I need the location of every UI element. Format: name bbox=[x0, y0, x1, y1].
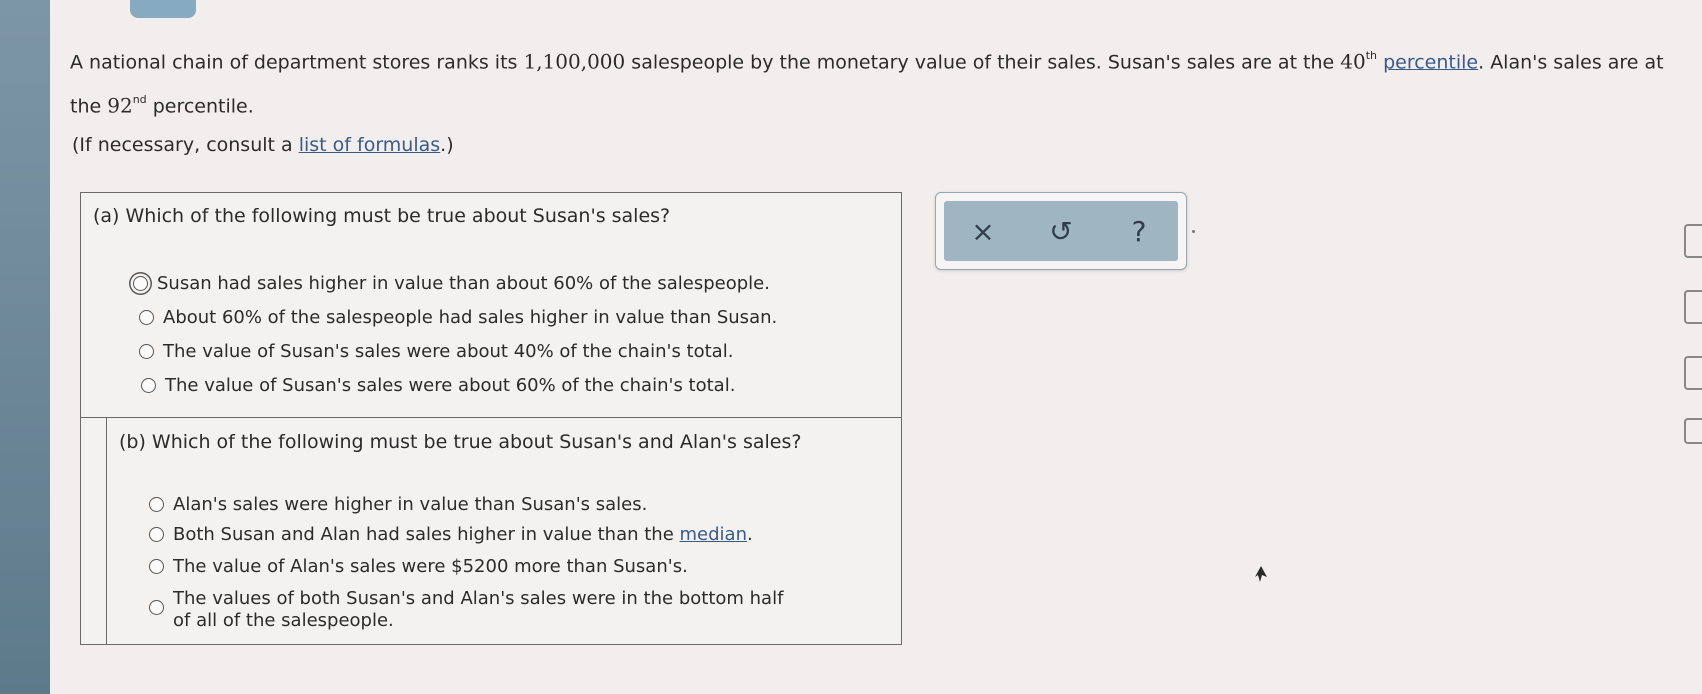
part-b-option-1[interactable]: Alan's sales were higher in value than S… bbox=[149, 494, 647, 515]
undo-icon: ↺ bbox=[1049, 214, 1073, 248]
formulas-link[interactable]: list of formulas bbox=[299, 134, 440, 156]
salespeople-count: 1,100,000 bbox=[523, 49, 626, 74]
median-link[interactable]: median bbox=[680, 524, 747, 545]
radio-button[interactable] bbox=[149, 527, 164, 542]
part-a-title: (a) Which of the following must be true … bbox=[93, 205, 671, 227]
mail-icon[interactable] bbox=[1684, 418, 1702, 444]
mouse-cursor-icon bbox=[1254, 565, 1268, 587]
part-b-option-3[interactable]: The value of Alan's sales were $5200 mor… bbox=[149, 556, 688, 577]
consult-suffix: .) bbox=[440, 134, 454, 156]
susan-percentile-suffix: th bbox=[1365, 49, 1378, 62]
alan-percentile-suffix: nd bbox=[132, 93, 147, 107]
part-a-option-1[interactable]: Susan had sales higher in value than abo… bbox=[133, 273, 770, 294]
part-b-option-2-label: Both Susan and Alan had sales higher in … bbox=[173, 524, 753, 545]
part-b-option-4[interactable]: The values of both Susan's and Alan's sa… bbox=[149, 588, 793, 632]
toolbar-buttons: × ↺ ? bbox=[944, 201, 1178, 261]
part-a-option-4[interactable]: The value of Susan's sales were about 60… bbox=[141, 375, 735, 396]
clear-button[interactable]: × bbox=[958, 206, 1008, 256]
help-icon: ? bbox=[1131, 214, 1147, 248]
left-background-strip bbox=[0, 0, 50, 694]
collapse-tab[interactable] bbox=[130, 0, 196, 18]
alan-percentile: 92 bbox=[107, 93, 133, 118]
part-a-section: (a) Which of the following must be true … bbox=[81, 193, 901, 418]
part-a-option-4-label: The value of Susan's sales were about 60… bbox=[165, 375, 736, 396]
radio-button[interactable] bbox=[141, 378, 156, 393]
part-a-option-2-label: About 60% of the salespeople had sales h… bbox=[163, 307, 778, 328]
problem-text-1: A national chain of department stores ra… bbox=[70, 51, 524, 74]
radio-button[interactable] bbox=[139, 310, 154, 325]
percentile-link[interactable]: percentile bbox=[1383, 51, 1478, 73]
part-a-option-1-label: Susan had sales higher in value than abo… bbox=[157, 273, 770, 294]
part-b-option-2-suffix: . bbox=[746, 524, 753, 545]
problem-text-2: salespeople by the monetary value of the… bbox=[625, 51, 1341, 74]
part-a-option-2[interactable]: About 60% of the salespeople had sales h… bbox=[139, 307, 777, 328]
part-a-option-3-label: The value of Susan's sales were about 40… bbox=[163, 341, 734, 362]
problem-text-4: percentile. bbox=[146, 95, 254, 118]
part-b-title: (b) Which of the following must be true … bbox=[119, 431, 802, 453]
question-box: (a) Which of the following must be true … bbox=[80, 192, 902, 645]
part-a-option-3[interactable]: The value of Susan's sales were about 40… bbox=[139, 341, 733, 362]
susan-percentile: 40 bbox=[1340, 49, 1366, 74]
part-b-option-3-label: The value of Alan's sales were $5200 mor… bbox=[173, 556, 688, 577]
part-b-option-2-prefix: Both Susan and Alan had sales higher in … bbox=[173, 524, 680, 545]
problem-statement: A national chain of department stores ra… bbox=[70, 38, 1670, 127]
radio-button[interactable] bbox=[149, 600, 164, 615]
part-b-section: (b) Which of the following must be true … bbox=[106, 417, 902, 644]
consult-prefix: (If necessary, consult a bbox=[72, 134, 299, 156]
radio-button[interactable] bbox=[149, 559, 164, 574]
consult-line: (If necessary, consult a list of formula… bbox=[72, 134, 454, 156]
part-b-option-1-label: Alan's sales were higher in value than S… bbox=[173, 494, 648, 515]
radio-selected[interactable] bbox=[133, 276, 148, 291]
close-icon: × bbox=[971, 214, 995, 248]
separator-dot bbox=[1192, 230, 1195, 233]
side-tool-icon[interactable] bbox=[1684, 356, 1702, 390]
radio-button[interactable] bbox=[149, 497, 164, 512]
part-b-option-2[interactable]: Both Susan and Alan had sales higher in … bbox=[149, 524, 753, 545]
side-tool-icon[interactable] bbox=[1684, 290, 1702, 324]
part-b-option-4-label: The values of both Susan's and Alan's sa… bbox=[173, 588, 784, 631]
help-button[interactable]: ? bbox=[1114, 206, 1164, 256]
side-tool-icon[interactable] bbox=[1684, 224, 1702, 258]
undo-button[interactable]: ↺ bbox=[1036, 206, 1086, 256]
answer-toolbar: × ↺ ? bbox=[935, 192, 1187, 270]
radio-button[interactable] bbox=[139, 344, 154, 359]
